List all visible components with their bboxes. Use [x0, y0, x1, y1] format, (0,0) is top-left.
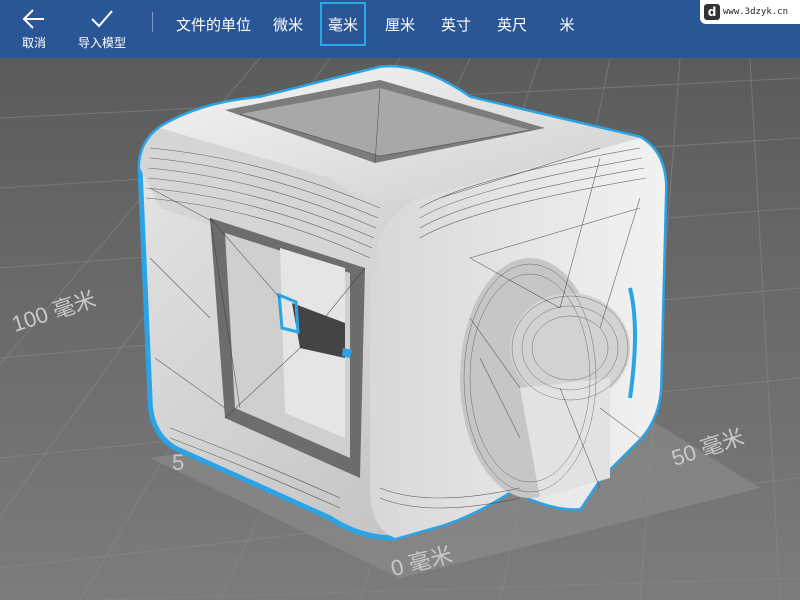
toolbar-divider: [152, 12, 153, 32]
watermark-badge: d www.3dzyk.cn: [700, 0, 800, 24]
cancel-label: 取消: [21, 35, 46, 50]
file-units-title: 文件的单位: [176, 16, 252, 34]
unit-centimeter-button[interactable]: 厘米: [376, 2, 424, 46]
watermark-logo-icon: d: [704, 4, 720, 20]
checkmark-icon: [91, 9, 113, 27]
scene-canvas: [0, 58, 800, 600]
cancel-button[interactable]: 取消: [14, 0, 54, 58]
3d-model: [137, 64, 668, 541]
unit-micrometer-button[interactable]: 微米: [264, 2, 312, 46]
ruler-label-5: 5: [172, 450, 185, 475]
unit-millimeter-button[interactable]: 毫米: [320, 2, 366, 46]
top-toolbar: 取消 导入模型 文件的单位 微米 毫米 厘米 英寸 英尺 米: [0, 0, 800, 58]
watermark-url: www.3dzyk.cn: [723, 7, 789, 17]
import-model-button[interactable]: 导入模型: [74, 0, 130, 58]
import-model-label: 导入模型: [77, 35, 126, 50]
3d-viewport[interactable]: 100 毫米 50 毫米 0 毫米 5: [0, 58, 800, 600]
unit-inch-button[interactable]: 英寸: [432, 2, 480, 46]
back-arrow-icon: [22, 8, 44, 29]
unit-foot-button[interactable]: 英尺: [488, 2, 536, 46]
unit-meter-button[interactable]: 米: [546, 2, 588, 46]
